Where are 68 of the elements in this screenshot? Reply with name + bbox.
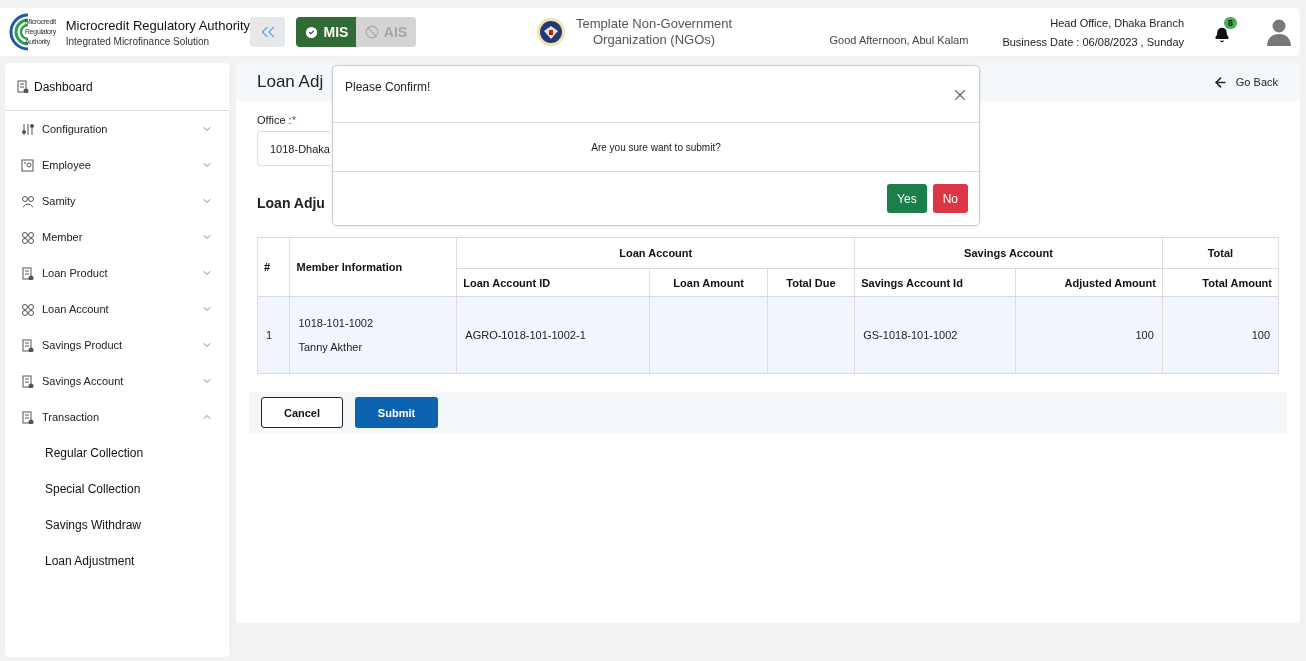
table-cell: 1	[257, 296, 290, 374]
sidebar-item[interactable]: Transaction	[5, 399, 229, 435]
table-cell: 100	[1162, 296, 1279, 374]
org-name: Microcredit Regulatory Authority	[65, 17, 250, 33]
document-icon	[21, 338, 34, 352]
blocked-icon	[364, 25, 379, 39]
sidebar-item[interactable]: Configuration	[5, 111, 229, 147]
greeting-text: Good Afternoon, Abul Kalam	[829, 34, 969, 46]
document-icon	[21, 374, 34, 388]
organization-name: Organization (NGOs)	[593, 32, 716, 48]
table-cell: GS-1018-101-1002	[854, 296, 1016, 374]
go-back-link[interactable]: Go Back	[1212, 74, 1278, 90]
column-header: Total Amount	[1162, 268, 1279, 297]
bell-icon	[1214, 27, 1230, 43]
table-cell: 100	[1015, 296, 1163, 374]
submenu-item[interactable]: Savings Withdraw	[5, 507, 229, 543]
submit-button[interactable]: Submit	[355, 397, 438, 428]
document-icon	[21, 266, 34, 280]
table-cell: AGRO-1018-101-1002-1	[456, 296, 650, 374]
submenu-item[interactable]: Regular Collection	[5, 435, 229, 471]
module-tab[interactable]: MIS	[296, 17, 356, 47]
sidebar-item[interactable]: Loan Product	[5, 255, 229, 291]
column-group-header: Total	[1162, 237, 1279, 269]
sidebar-item[interactable]: Member	[5, 219, 229, 255]
group-icon	[21, 194, 34, 208]
branch-name: Head Office, Dhaka Branch	[1050, 16, 1184, 29]
section-title: Loan Adju	[257, 195, 325, 211]
column-group-header: Loan Account	[456, 237, 855, 269]
sidebar-item[interactable]: Savings Account	[5, 363, 229, 399]
office-field[interactable]: 1018-Dhaka	[257, 131, 330, 166]
sidebar-item[interactable]: Employee	[5, 147, 229, 183]
field-label: Office :*	[257, 114, 297, 126]
submenu-item[interactable]: Loan Adjustment	[5, 543, 229, 579]
member-id: 1018-101-1002	[298, 317, 375, 329]
column-header: Adjusted Amount	[1015, 268, 1163, 297]
submenu-item[interactable]: Special Collection	[5, 471, 229, 507]
sidebar-item[interactable]: Savings Product	[5, 327, 229, 363]
business-date: Business Date : 06/08/2023 , Sunday	[1002, 35, 1184, 48]
org-subtitle: Integrated Microfinance Solution	[65, 35, 211, 47]
column-header: Loan Account ID	[456, 268, 650, 297]
sidebar-item[interactable]: Samity	[5, 183, 229, 219]
notification-button[interactable]: 8	[1214, 17, 1240, 47]
column-group-header: Savings Account	[854, 237, 1163, 269]
member-name: Tanny Akther	[298, 341, 364, 353]
emblem-icon	[536, 17, 566, 47]
check-icon	[303, 24, 319, 40]
column-header: Total Due	[767, 268, 855, 297]
document-icon	[16, 80, 29, 93]
people-icon	[21, 302, 34, 316]
dialog-title: Please Confirm!	[345, 80, 431, 96]
yes-button[interactable]: Yes	[887, 184, 927, 213]
people-icon	[21, 230, 34, 244]
column-header: #	[257, 237, 290, 297]
cancel-button[interactable]: Cancel	[261, 397, 343, 428]
organization-name: Template Non-Government	[576, 16, 733, 32]
id-card-icon	[21, 158, 34, 172]
dialog-message: Are you sure want to submit?	[591, 141, 721, 153]
sliders-icon	[21, 122, 34, 136]
column-header: Loan Amount	[649, 268, 768, 297]
document-icon	[21, 410, 34, 424]
no-button[interactable]: No	[932, 184, 968, 213]
sidebar-link[interactable]: Dashboard	[16, 79, 93, 94]
sidebar-item[interactable]: Loan Account	[5, 291, 229, 327]
column-header: Member Information	[290, 237, 457, 297]
page-title: Loan Adj	[257, 72, 324, 92]
column-header: Savings Account Id	[854, 268, 1016, 297]
notification-count: 8	[1224, 17, 1237, 29]
avatar-icon[interactable]	[1266, 18, 1292, 46]
